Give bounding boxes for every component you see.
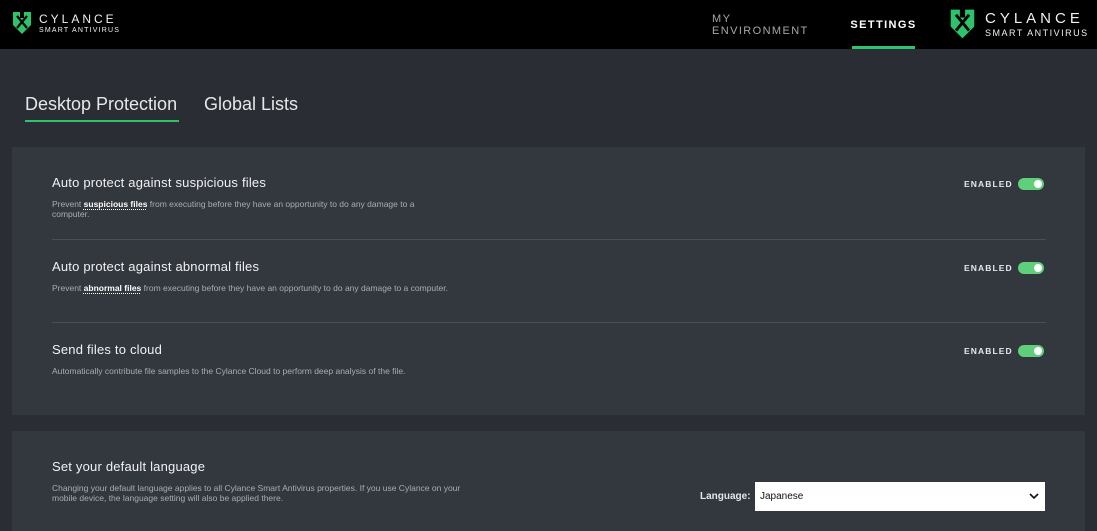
description-text: from executing before they have an oppor… xyxy=(141,283,448,293)
toggle-knob xyxy=(1034,180,1042,188)
language-label: Language: xyxy=(700,491,751,502)
logo-brand-text: CYLANCE xyxy=(985,9,1084,27)
suspicious-files-toggle[interactable] xyxy=(1018,178,1044,190)
status-label: ENABLED xyxy=(964,346,1013,356)
description-text: Prevent xyxy=(52,199,84,209)
logo-product-text: SMART ANTIVIRUS xyxy=(985,27,1089,38)
description-text: Prevent xyxy=(52,283,84,293)
language-select[interactable]: Japanese xyxy=(755,482,1045,511)
logo-brand-text: CYLANCE xyxy=(39,11,117,26)
send-to-cloud-toggle[interactable] xyxy=(1018,345,1044,357)
tab-global-lists[interactable]: Global Lists xyxy=(204,94,298,115)
setting-title: Set your default language xyxy=(52,459,206,474)
chevron-down-icon xyxy=(1029,493,1039,500)
setting-description: Prevent abnormal files from executing be… xyxy=(52,283,452,293)
divider xyxy=(52,239,1046,240)
cylance-shield-icon xyxy=(13,12,31,34)
language-settings-panel: Set your default language Changing your … xyxy=(12,431,1085,531)
suspicious-files-term[interactable]: suspicious files xyxy=(84,199,148,209)
nav-active-indicator xyxy=(852,46,915,49)
setting-default-language: Set your default language Changing your … xyxy=(52,459,1046,503)
toggle-knob xyxy=(1034,347,1042,355)
cylance-shield-icon xyxy=(950,9,975,39)
logo-product-text: SMART ANTIVIRUS xyxy=(39,26,121,34)
setting-description: Changing your default language applies t… xyxy=(52,483,461,503)
tab-desktop-protection[interactable]: Desktop Protection xyxy=(25,94,177,115)
toggle-knob xyxy=(1034,264,1042,272)
abnormal-files-term[interactable]: abnormal files xyxy=(84,283,142,293)
abnormal-files-toggle[interactable] xyxy=(1018,262,1044,274)
nav-settings-label: SETTINGS xyxy=(850,18,917,31)
tab-active-indicator xyxy=(25,120,179,122)
setting-send-to-cloud: Send files to cloud Automatically contri… xyxy=(52,342,1046,376)
language-selected-value: Japanese xyxy=(760,491,804,502)
setting-suspicious-files: Auto protect against suspicious files Pr… xyxy=(52,175,1046,219)
protection-settings-panel: Auto protect against suspicious files Pr… xyxy=(12,147,1085,415)
logo-wordmark: CYLANCE SMART ANTIVIRUS xyxy=(39,13,120,34)
setting-description: Automatically contribute file samples to… xyxy=(52,366,406,376)
setting-title: Send files to cloud xyxy=(52,342,163,357)
nav-my-environment[interactable]: MY ENVIRONMENT xyxy=(712,0,824,49)
status-label: ENABLED xyxy=(964,179,1013,189)
nav-settings[interactable]: SETTINGS xyxy=(850,0,917,49)
setting-title: Auto protect against suspicious files xyxy=(52,175,267,190)
setting-description: Prevent suspicious files from executing … xyxy=(52,199,452,219)
setting-abnormal-files: Auto protect against abnormal files Prev… xyxy=(52,259,1046,293)
status-label: ENABLED xyxy=(964,263,1013,273)
divider xyxy=(52,322,1046,323)
logo-wordmark: CYLANCE SMART ANTIVIRUS xyxy=(985,11,1089,38)
setting-title: Auto protect against abnormal files xyxy=(52,259,260,274)
cylance-logo-right: CYLANCE SMART ANTIVIRUS xyxy=(948,7,1089,41)
cylance-logo[interactable]: CYLANCE SMART ANTIVIRUS xyxy=(11,10,120,36)
top-navigation-bar: CYLANCE SMART ANTIVIRUS MY ENVIRONMENT S… xyxy=(0,0,1097,49)
